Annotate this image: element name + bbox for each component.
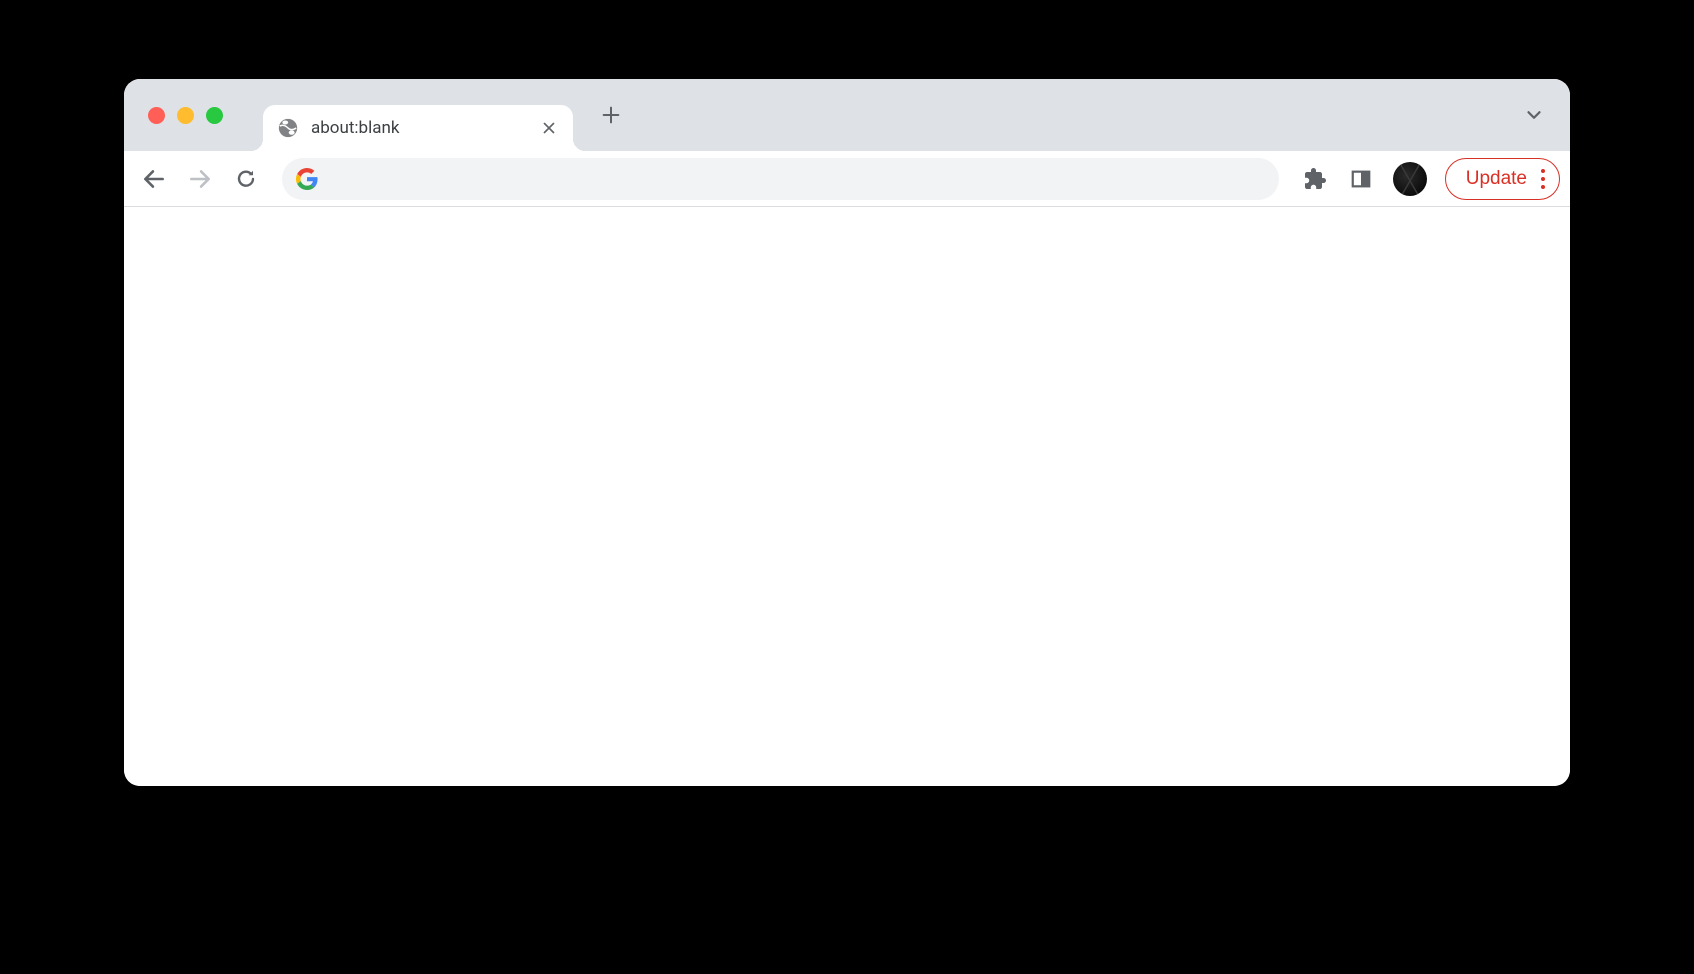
tab-bar: about:blank [124,79,1570,151]
chevron-down-icon [1523,104,1545,126]
side-panel-button[interactable] [1341,159,1381,199]
close-icon [540,119,558,137]
arrow-right-icon [187,166,213,192]
window-maximize-button[interactable] [206,107,223,124]
reload-button[interactable] [226,159,266,199]
new-tab-button[interactable] [593,97,629,133]
browser-window: about:blank [124,79,1570,786]
google-icon [296,168,318,190]
tabs-dropdown-button[interactable] [1516,97,1552,133]
address-input[interactable] [330,169,1265,189]
more-vertical-icon [1541,169,1545,189]
tab-title: about:blank [311,118,539,138]
puzzle-icon [1303,167,1327,191]
window-close-button[interactable] [148,107,165,124]
page-content [124,207,1570,786]
reload-icon [234,167,258,191]
extensions-button[interactable] [1295,159,1335,199]
update-button-label: Update [1466,168,1527,190]
arrow-left-icon [141,166,167,192]
address-bar[interactable] [282,158,1279,200]
forward-button[interactable] [180,159,220,199]
plus-icon [600,104,622,126]
globe-icon [277,117,299,139]
browser-tab[interactable]: about:blank [263,105,573,151]
window-controls [124,107,223,124]
profile-avatar[interactable] [1393,162,1427,196]
tab-close-button[interactable] [539,118,559,138]
panel-icon [1350,168,1372,190]
toolbar: Update [124,151,1570,207]
back-button[interactable] [134,159,174,199]
update-button[interactable]: Update [1445,158,1560,200]
window-minimize-button[interactable] [177,107,194,124]
